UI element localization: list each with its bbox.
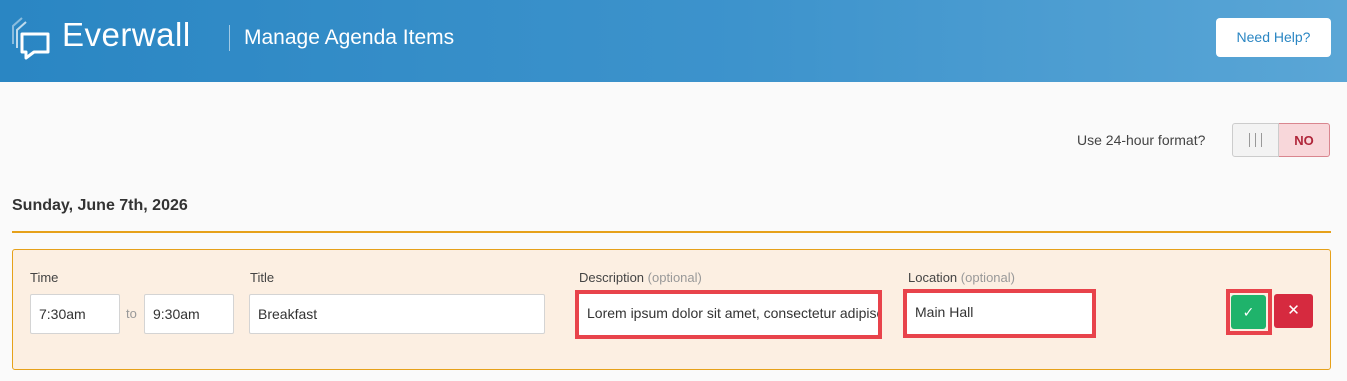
description-optional: (optional) [647, 270, 702, 285]
app-header: Everwall Manage Agenda Items Need Help? [0, 0, 1347, 82]
title-input[interactable]: Breakfast [249, 294, 545, 334]
description-label-text: Description [579, 270, 645, 285]
description-label: Description (optional) [579, 270, 702, 285]
location-label-text: Location [908, 270, 958, 285]
toggle-grip-icon[interactable] [1232, 123, 1279, 157]
day-heading: Sunday, June 7th, 2026 [12, 197, 188, 214]
location-optional: (optional) [960, 270, 1015, 285]
description-input[interactable]: Lorem ipsum dolor sit amet, consectetur … [579, 294, 878, 335]
time-format-toggle[interactable]: NO [1232, 123, 1330, 157]
day-divider [12, 231, 1331, 233]
time-label: Time [30, 270, 59, 285]
start-time-input[interactable]: 7:30am [30, 294, 120, 334]
title-label: Title [250, 270, 275, 285]
x-icon: ✕ [1287, 302, 1300, 319]
brand-name: Everwall [62, 16, 191, 53]
header-divider [229, 25, 230, 51]
to-label: to [126, 306, 137, 321]
save-button[interactable]: ✓ [1231, 295, 1266, 329]
location-label: Location (optional) [908, 270, 1015, 285]
end-time-input[interactable]: 9:30am [144, 294, 234, 334]
toggle-state: NO [1279, 123, 1330, 157]
location-input[interactable]: Main Hall [907, 293, 1092, 334]
time-format-label: Use 24-hour format? [1077, 132, 1206, 148]
page-title: Manage Agenda Items [244, 26, 455, 49]
need-help-button[interactable]: Need Help? [1216, 18, 1331, 57]
check-icon: ✓ [1242, 304, 1255, 320]
cancel-button[interactable]: ✕ [1274, 294, 1313, 328]
everwall-logo-icon [12, 17, 50, 60]
